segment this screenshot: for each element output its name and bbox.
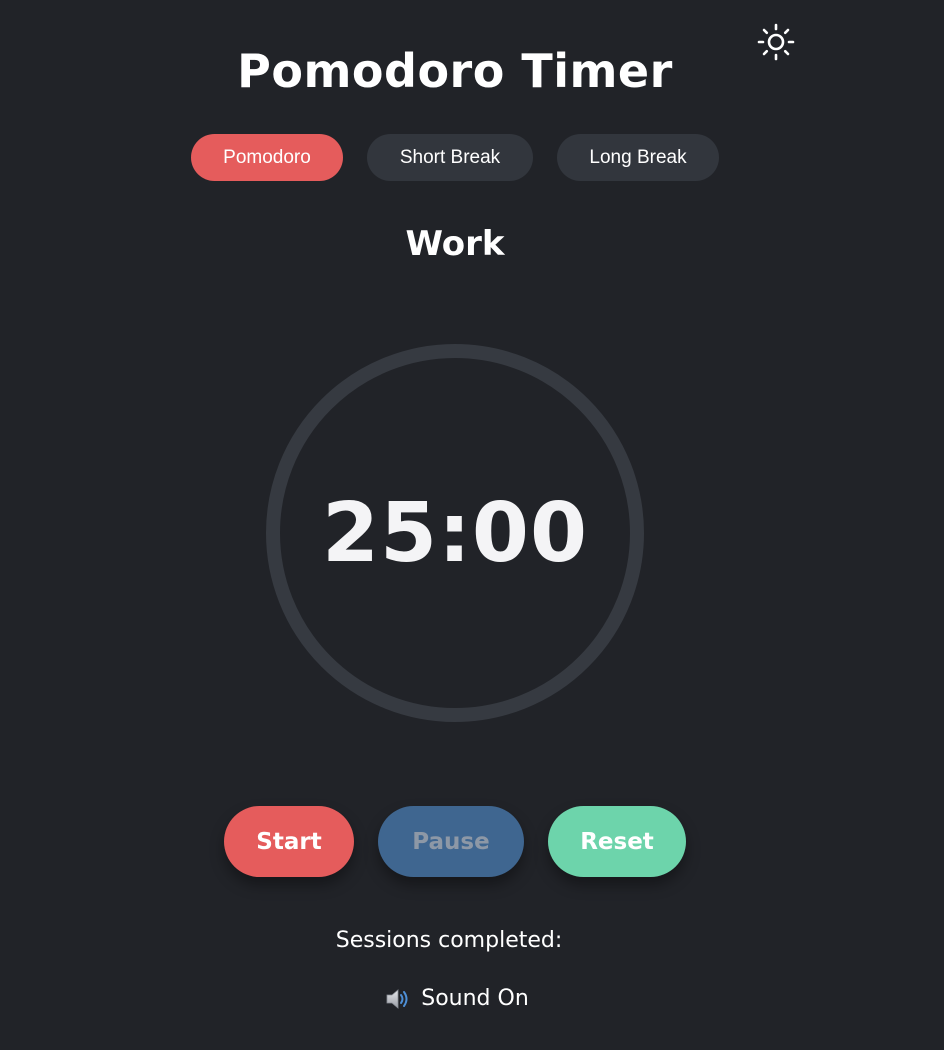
speaker-icon xyxy=(385,987,411,1011)
mode-selector: Pomodoro Short Break Long Break xyxy=(0,134,910,181)
sound-toggle[interactable]: Sound On xyxy=(0,986,914,1011)
sound-label: Sound On xyxy=(421,986,529,1011)
tab-long-break[interactable]: Long Break xyxy=(557,134,719,181)
timer-controls: Start Pause Reset xyxy=(0,806,910,877)
reset-button[interactable]: Reset xyxy=(548,806,686,877)
tab-short-break[interactable]: Short Break xyxy=(367,134,533,181)
pause-button[interactable]: Pause xyxy=(378,806,524,877)
timer-ring: 25:00 xyxy=(266,344,644,722)
start-button[interactable]: Start xyxy=(224,806,354,877)
timer-display: 25:00 xyxy=(321,485,588,581)
phase-label: Work xyxy=(405,224,505,264)
sessions-completed: Sessions completed: xyxy=(335,928,563,953)
page-title: Pomodoro Timer xyxy=(237,44,673,98)
tab-pomodoro[interactable]: Pomodoro xyxy=(191,134,343,181)
